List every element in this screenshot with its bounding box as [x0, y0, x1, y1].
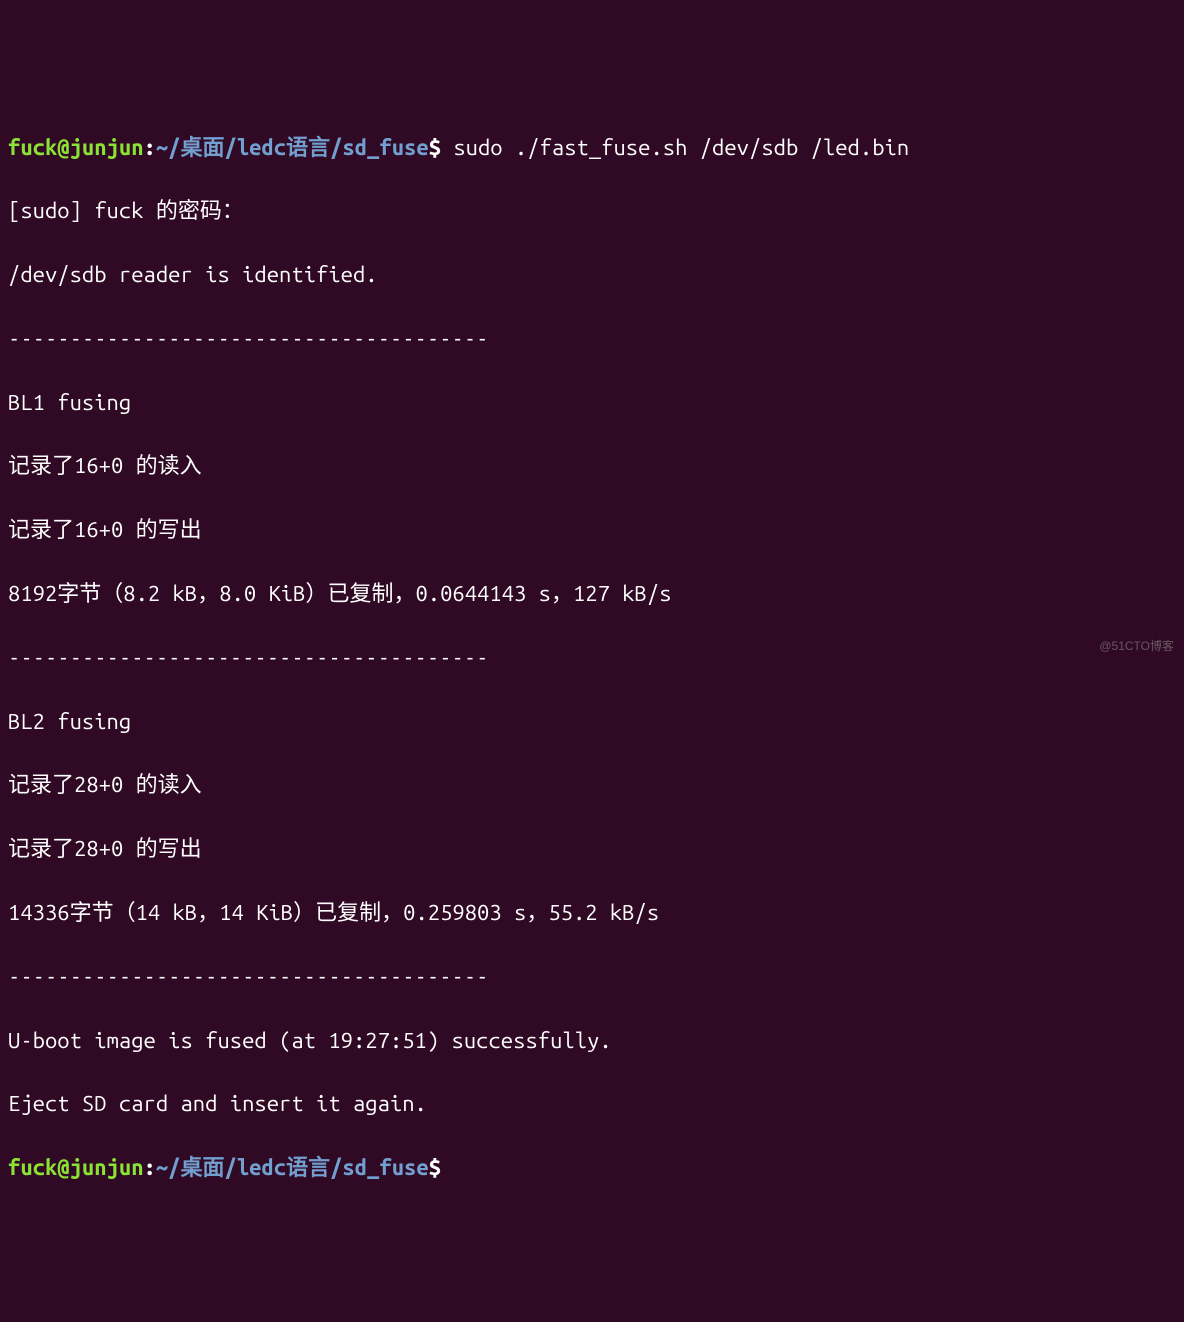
output-line: BL1 fusing — [8, 387, 1176, 419]
watermark: @51CTO博客 — [1099, 638, 1174, 655]
output-line: --------------------------------------- — [8, 961, 1176, 993]
prompt-colon: : — [144, 135, 156, 160]
prompt-line-2[interactable]: fuck@junjun:~/桌面/ledc语言/sd_fuse$ — [8, 1152, 1176, 1184]
prompt-dollar: $ — [429, 135, 441, 160]
command-text: sudo ./fast_fuse.sh /dev/sdb /led.bin — [441, 135, 909, 160]
output-line: Eject SD card and insert it again. — [8, 1088, 1176, 1120]
output-line: 14336字节（14 kB，14 KiB）已复制，0.259803 s，55.2… — [8, 897, 1176, 929]
output-line: 记录了28+0 的写出 — [8, 833, 1176, 865]
output-line: --------------------------------------- — [8, 642, 1176, 674]
output-line: U-boot image is fused (at 19:27:51) succ… — [8, 1025, 1176, 1057]
prompt-user: fuck@junjun — [8, 1155, 144, 1180]
prompt-user: fuck@junjun — [8, 135, 144, 160]
prompt-dollar: $ — [429, 1155, 441, 1180]
prompt-path: ~/桌面/ledc语言/sd_fuse — [156, 135, 429, 160]
output-line: 8192字节（8.2 kB，8.0 KiB）已复制，0.0644143 s，12… — [8, 578, 1176, 610]
output-line: /dev/sdb reader is identified. — [8, 259, 1176, 291]
output-line: [sudo] fuck 的密码： — [8, 195, 1176, 227]
output-line: 记录了16+0 的读入 — [8, 450, 1176, 482]
prompt-path: ~/桌面/ledc语言/sd_fuse — [156, 1155, 429, 1180]
output-line: BL2 fusing — [8, 706, 1176, 738]
output-line: 记录了16+0 的写出 — [8, 514, 1176, 546]
prompt-colon: : — [144, 1155, 156, 1180]
output-line: 记录了28+0 的读入 — [8, 769, 1176, 801]
prompt-line-1[interactable]: fuck@junjun:~/桌面/ledc语言/sd_fuse$ sudo ./… — [8, 132, 1176, 164]
output-line: --------------------------------------- — [8, 323, 1176, 355]
